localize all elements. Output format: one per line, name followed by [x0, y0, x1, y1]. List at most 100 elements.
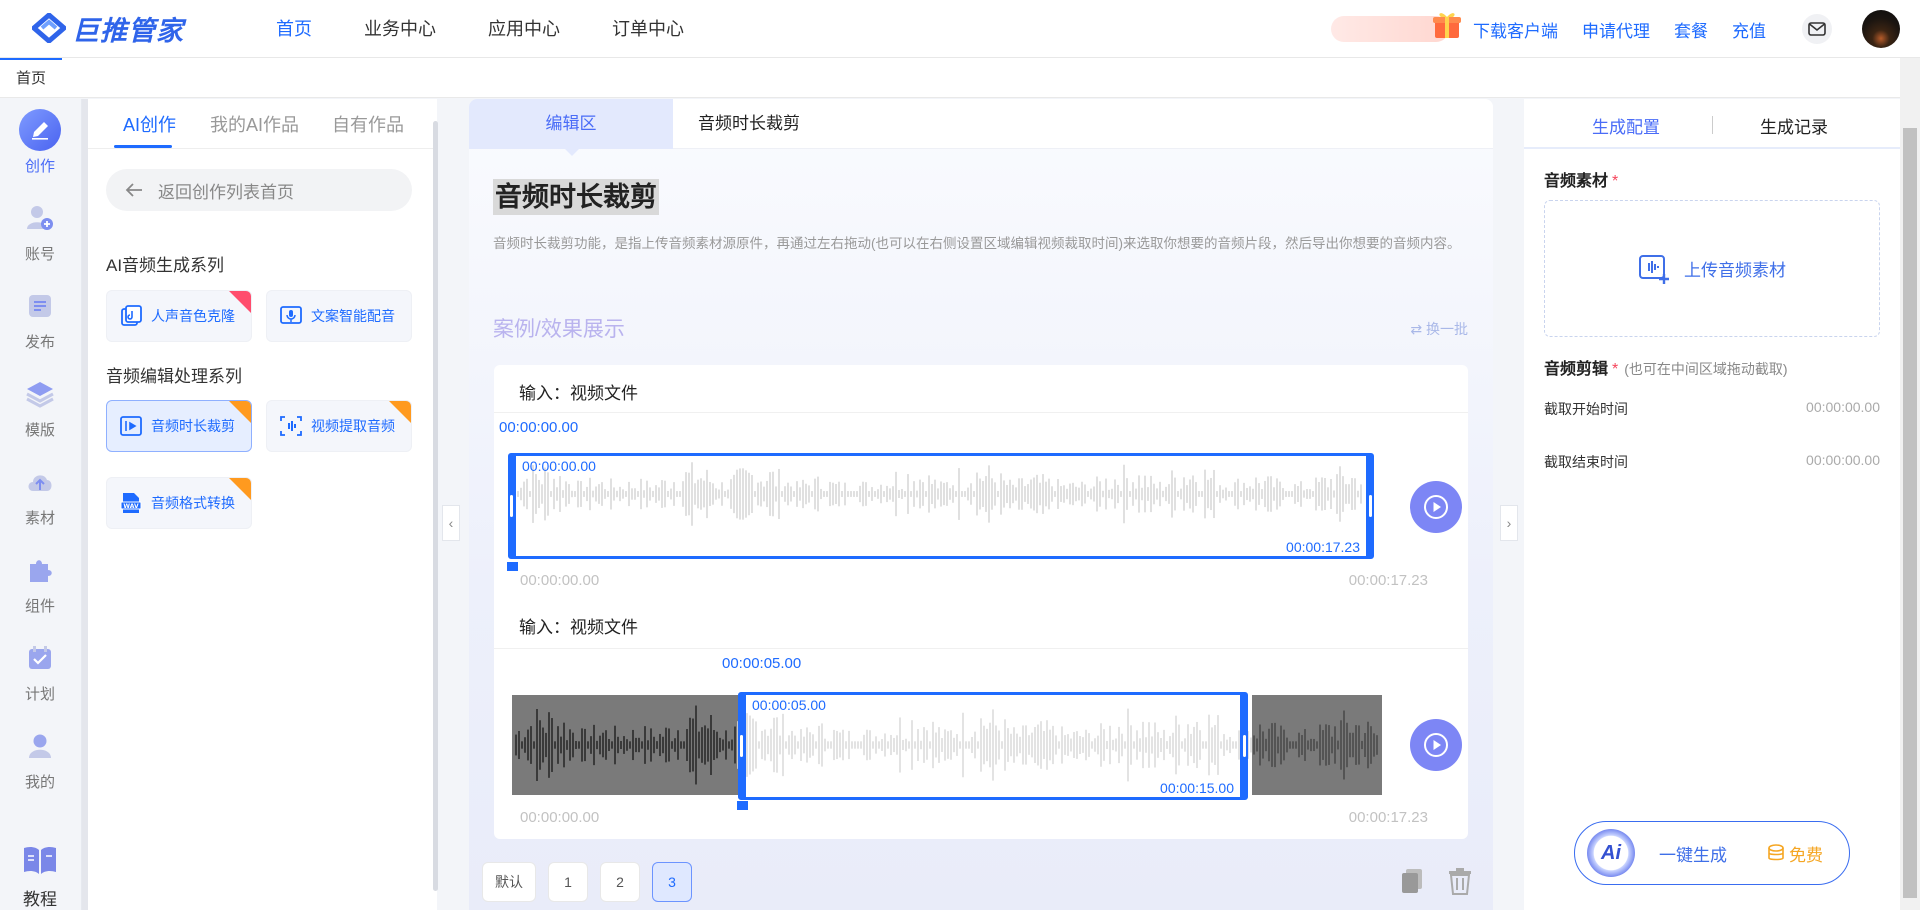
tab-generate-config[interactable]: 生成配置 — [1592, 113, 1660, 138]
axis-start: 00:00:00.00 — [520, 572, 600, 589]
nav-business-center[interactable]: 业务中心 — [338, 0, 462, 58]
tool-label: 音频时长裁剪 — [151, 418, 235, 434]
tool-audio-trim[interactable]: 音频时长裁剪 — [106, 400, 252, 452]
page-tab-bar: 首页 — [0, 58, 1900, 98]
wav-icon: WAV — [120, 493, 142, 513]
tab-my-ai-works[interactable]: 我的AI作品 — [210, 111, 299, 137]
clip-start-value[interactable]: 00:00:00.00 — [1806, 399, 1880, 415]
promo-banner[interactable] — [1331, 13, 1461, 42]
audio-edit-label: 音频剪辑 * (也可在中间区域拖动截取) — [1544, 355, 1788, 379]
tool-voice-clone[interactable]: 人声音色克隆 — [106, 290, 252, 342]
free-tag: 免费 — [1767, 841, 1823, 866]
clip-end-value[interactable]: 00:00:00.00 — [1806, 452, 1880, 468]
chevron-left-icon: ‹ — [448, 515, 454, 531]
rail-label: 账号 — [24, 246, 55, 263]
label-text: 音频剪辑 — [1544, 361, 1609, 378]
rail-item-create[interactable]: 创作 — [0, 109, 80, 176]
input-label: 输入：视频文件 — [519, 618, 638, 637]
right-handle[interactable] — [1243, 735, 1246, 757]
calendar-check-icon — [19, 637, 61, 679]
rail-item-mine[interactable]: 我的 — [0, 725, 80, 792]
left-handle[interactable] — [740, 735, 743, 757]
one-click-generate-button[interactable]: Ai 一键生成 免费 — [1574, 821, 1850, 885]
playhead-marker[interactable] — [507, 562, 518, 571]
rail-item-account[interactable]: 账号 — [0, 197, 80, 264]
pagination: 默认 1 2 3 — [482, 862, 692, 902]
icon-rail: 创作 账号 发布 模版 素材 组件 计划 我的 教程 — [0, 99, 82, 910]
selection-range[interactable]: 00:00:05.00 00:00:15.00 — [738, 692, 1248, 800]
rail-label: 发布 — [24, 334, 55, 351]
rail-item-component[interactable]: 组件 — [0, 549, 80, 616]
download-client-link[interactable]: 下载客户端 — [1473, 17, 1558, 42]
page-default-button[interactable]: 默认 — [482, 862, 536, 902]
tab-home[interactable]: 首页 — [0, 58, 62, 98]
editor-area: 编辑区 音频时长裁剪 音频时长裁剪 音频时长裁剪功能，是指上传音频素材源原件，再… — [469, 99, 1493, 910]
section-title: 音频编辑处理系列 — [106, 367, 242, 386]
required-mark: * — [1612, 361, 1619, 378]
divider — [494, 648, 1468, 649]
left-panel-scrollbar[interactable] — [433, 121, 438, 891]
nav-app-center[interactable]: 应用中心 — [462, 0, 586, 58]
playhead-marker[interactable] — [737, 801, 748, 810]
upload-audio-button[interactable]: 上传音频素材 — [1544, 200, 1880, 337]
back-to-list-button[interactable]: 返回创作列表首页 — [106, 169, 412, 211]
clip-start-row[interactable]: 截取开始时间 00:00:00.00 — [1544, 399, 1880, 419]
left-handle[interactable] — [510, 495, 513, 517]
rail-label: 模版 — [24, 422, 55, 439]
rail-item-plan[interactable]: 计划 — [0, 637, 80, 704]
copy-icon[interactable] — [1399, 867, 1425, 895]
clip-end-row[interactable]: 截取结束时间 00:00:00.00 — [1544, 452, 1880, 472]
rail-item-material[interactable]: 素材 — [0, 461, 80, 528]
logo-text: 巨推管家 — [72, 15, 184, 46]
page-1-button[interactable]: 1 — [548, 862, 588, 902]
audio-trim-icon — [120, 416, 142, 436]
window-scrollbar[interactable] — [1900, 58, 1920, 910]
chevron-right-icon: › — [1506, 515, 1512, 531]
tab-generate-records[interactable]: 生成记录 — [1760, 113, 1828, 138]
play-button[interactable] — [1410, 481, 1462, 533]
tool-label: 人声音色克隆 — [151, 308, 235, 324]
cursor-time: 00:00:00.00 — [499, 419, 579, 436]
tool-extract-audio[interactable]: 视频提取音频 — [266, 400, 412, 452]
tab-audio-trim[interactable]: 音频时长裁剪 — [698, 99, 800, 149]
trash-icon[interactable] — [1448, 867, 1472, 895]
example-card: 输入：视频文件 00:00:00.00 00:00:00.00 00:00:17… — [494, 365, 1468, 839]
page-2-button[interactable]: 2 — [600, 862, 640, 902]
clip-end-label: 截取结束时间 — [1544, 454, 1628, 470]
recharge-link[interactable]: 充值 — [1732, 17, 1766, 42]
tab-own-works[interactable]: 自有作品 — [332, 111, 404, 137]
selection-range[interactable]: 00:00:00.00 00:00:17.23 — [508, 453, 1374, 559]
rail-item-tutorial[interactable]: 教程 — [0, 839, 80, 910]
plans-link[interactable]: 套餐 — [1674, 17, 1708, 42]
axis-start: 00:00:00.00 — [520, 809, 600, 826]
right-handle[interactable] — [1369, 495, 1372, 517]
rail-item-template[interactable]: 模版 — [0, 373, 80, 440]
apply-agent-link[interactable]: 申请代理 — [1582, 17, 1650, 42]
scrollbar-thumb[interactable] — [1903, 128, 1917, 898]
tool-smart-dubbing[interactable]: 文案智能配音 — [266, 290, 412, 342]
rail-label: 教程 — [23, 890, 57, 909]
collapse-right-button[interactable]: › — [1500, 505, 1518, 541]
tool-label: 音频格式转换 — [151, 495, 235, 511]
nav-order-center[interactable]: 订单中心 — [586, 0, 710, 58]
avatar[interactable] — [1862, 10, 1900, 48]
new-badge — [229, 401, 251, 423]
nav-home[interactable]: 首页 — [250, 0, 338, 58]
logo[interactable]: 巨推管家 — [30, 10, 184, 46]
rail-item-publish[interactable]: 发布 — [0, 285, 80, 352]
page-3-button[interactable]: 3 — [652, 862, 692, 902]
tab-edit-area[interactable]: 编辑区 — [469, 99, 673, 156]
input-label: 输入：视频文件 — [519, 384, 638, 403]
book-icon — [19, 839, 61, 881]
selection-end-time: 00:00:17.23 — [1286, 539, 1360, 555]
tool-format-convert[interactable]: WAV 音频格式转换 — [106, 477, 252, 529]
label-text: 音频素材 — [1544, 173, 1609, 190]
tab-ai-create[interactable]: AI创作 — [123, 111, 176, 137]
swap-batch-button[interactable]: ⇄ 换一批 — [1410, 319, 1468, 339]
right-panel-tabs: 生成配置 生成记录 — [1524, 99, 1900, 149]
left-panel: AI创作 我的AI作品 自有作品 返回创作列表首页 AI音频生成系列 人声音色克… — [88, 99, 437, 910]
collapse-left-button[interactable]: ‹ — [442, 505, 460, 541]
mail-icon[interactable] — [1802, 14, 1832, 44]
play-button[interactable] — [1410, 719, 1462, 771]
dubbing-icon — [280, 306, 302, 324]
